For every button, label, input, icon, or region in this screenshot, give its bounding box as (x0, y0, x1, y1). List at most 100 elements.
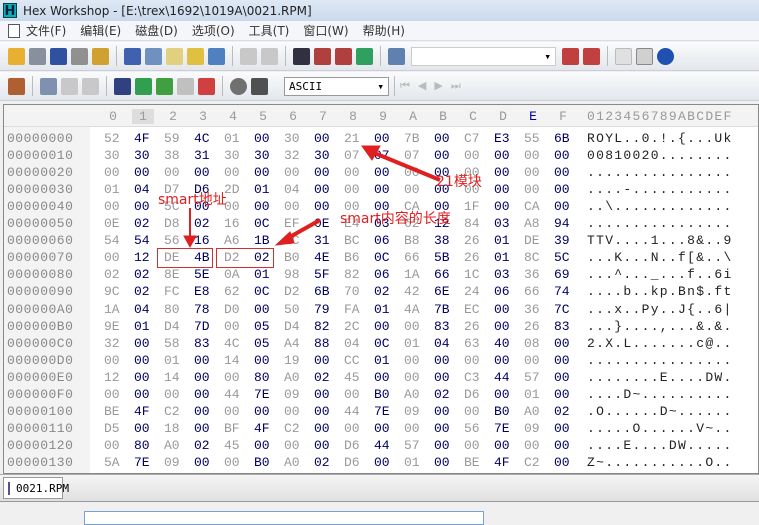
hex-byte[interactable]: 59 (164, 131, 186, 146)
hex-byte[interactable]: 06 (494, 284, 516, 299)
hex-byte[interactable]: 06 (374, 233, 396, 248)
hex-byte[interactable]: BC (344, 233, 366, 248)
hex-byte[interactable]: 09 (404, 404, 426, 419)
hex-byte[interactable]: 01 (224, 131, 246, 146)
hex-byte[interactable]: B0 (254, 455, 276, 470)
hex-byte[interactable]: 66 (524, 284, 546, 299)
checksum-icon[interactable] (114, 77, 131, 95)
hex-byte[interactable]: D5 (104, 421, 126, 436)
hex-byte[interactable]: 80 (134, 438, 156, 453)
hex-byte[interactable]: CA (524, 199, 546, 214)
hex-byte[interactable]: 7C (554, 302, 576, 317)
hex-byte[interactable]: 9E (104, 319, 126, 334)
hex-byte[interactable]: B0 (284, 250, 306, 265)
ascii-text[interactable]: ........E....DW. (587, 370, 733, 385)
ascii-text[interactable]: .....O......V~.. (587, 421, 733, 436)
hex-byte[interactable]: 00 (494, 199, 516, 214)
hex-byte[interactable]: 00 (434, 455, 456, 470)
hex-byte[interactable]: 00 (224, 404, 246, 419)
hex-byte[interactable]: 00 (254, 165, 276, 180)
hex-byte[interactable]: 01 (374, 353, 396, 368)
hex-byte[interactable]: 07 (344, 148, 366, 163)
hex-byte[interactable]: 00 (404, 319, 426, 334)
hex-byte[interactable]: 2C (344, 319, 366, 334)
hex-byte[interactable]: C2 (524, 455, 546, 470)
hex-byte[interactable]: 03 (494, 216, 516, 231)
hex-byte[interactable]: 83 (194, 336, 216, 351)
menu-help[interactable]: 帮助(H) (363, 22, 405, 39)
hex-byte[interactable]: 01 (404, 455, 426, 470)
hex-byte[interactable]: 01 (404, 336, 426, 351)
ascii-text[interactable]: 00810020........ (587, 148, 733, 163)
hex-byte[interactable]: 00 (494, 438, 516, 453)
hex-byte[interactable]: 1A (404, 267, 426, 282)
hex-byte[interactable]: 7E (374, 404, 396, 419)
goto-combo[interactable]: ▾ (411, 46, 556, 66)
copy-icon[interactable] (145, 47, 162, 65)
hex-byte[interactable]: 00 (434, 370, 456, 385)
hex-byte[interactable]: D6 (344, 455, 366, 470)
hex-byte[interactable]: 1B (254, 233, 276, 248)
tab-0021-rpm[interactable]: 0021.RPM (3, 477, 69, 499)
hex-byte[interactable]: D2 (284, 284, 306, 299)
hex-byte[interactable]: 1C (464, 267, 486, 282)
hex-byte[interactable]: 1F (464, 199, 486, 214)
hex-byte[interactable]: 00 (314, 165, 336, 180)
hex-byte[interactable]: 02 (194, 216, 216, 231)
hex-byte[interactable]: 00 (314, 421, 336, 436)
ascii-text[interactable]: ROYL..0.!.{...Uk (587, 131, 733, 146)
type-select[interactable]: ASCII ▾ (284, 76, 389, 96)
hex-byte[interactable]: 03 (494, 267, 516, 282)
hex-byte[interactable]: 79 (314, 302, 336, 317)
hex-byte[interactable]: 07 (374, 148, 396, 163)
hex-byte[interactable]: 30 (284, 131, 306, 146)
hex-byte[interactable]: EC (284, 233, 306, 248)
hex-byte[interactable]: 54 (134, 233, 156, 248)
hex-byte[interactable]: 00 (434, 131, 456, 146)
save-icon[interactable] (50, 47, 67, 65)
compare-icon[interactable] (40, 77, 57, 95)
hex-byte[interactable]: 00 (404, 165, 426, 180)
hex-byte[interactable]: 78 (194, 302, 216, 317)
ascii-text[interactable]: ..\............. (587, 199, 733, 214)
hex-byte[interactable]: 00 (374, 370, 396, 385)
hex-byte[interactable]: 7B (434, 302, 456, 317)
hex-byte[interactable]: 00 (524, 438, 546, 453)
hex-byte[interactable]: 01 (104, 182, 126, 197)
insert-icon[interactable] (208, 47, 225, 65)
hex-byte[interactable]: 00 (554, 182, 576, 197)
ascii-text[interactable]: ...x..Py..J{..6| (587, 302, 733, 317)
menu-window[interactable]: 窗口(W) (303, 22, 348, 39)
hex-byte[interactable]: 00 (314, 199, 336, 214)
hex-byte[interactable]: 00 (554, 455, 576, 470)
hex-byte[interactable]: 09 (164, 455, 186, 470)
hex-byte[interactable]: D6 (464, 387, 486, 402)
hex-byte[interactable]: 0C (254, 284, 276, 299)
hex-byte[interactable]: 4E (314, 250, 336, 265)
hex-byte[interactable]: 18 (164, 421, 186, 436)
chart-icon[interactable] (198, 77, 215, 95)
hex-byte[interactable]: 00 (344, 165, 366, 180)
redo-icon[interactable] (261, 47, 278, 65)
hex-byte[interactable]: 00 (404, 421, 426, 436)
hex-byte[interactable]: 30 (224, 148, 246, 163)
hex-byte[interactable]: 00 (554, 199, 576, 214)
hex-byte[interactable]: 02 (374, 284, 396, 299)
hex-byte[interactable]: 02 (314, 370, 336, 385)
hex-byte[interactable]: 00 (494, 148, 516, 163)
hex-byte[interactable]: 05 (254, 319, 276, 334)
hex-byte[interactable]: 00 (434, 353, 456, 368)
hex-byte[interactable]: A0 (404, 387, 426, 402)
menu-tools[interactable]: 工具(T) (249, 22, 290, 39)
hex-byte[interactable]: EF (284, 216, 306, 231)
hex-byte[interactable]: 00 (104, 165, 126, 180)
hex-byte[interactable]: 00 (254, 404, 276, 419)
gear-icon[interactable] (230, 77, 247, 95)
hex-byte[interactable]: 45 (344, 370, 366, 385)
hex-byte[interactable]: D6 (344, 438, 366, 453)
hex-byte[interactable]: 0A (224, 267, 246, 282)
hex-byte[interactable]: C3 (464, 370, 486, 385)
paste-special-icon[interactable] (187, 47, 204, 65)
hex-byte[interactable]: 00 (104, 438, 126, 453)
hex-byte[interactable]: 94 (554, 216, 576, 231)
